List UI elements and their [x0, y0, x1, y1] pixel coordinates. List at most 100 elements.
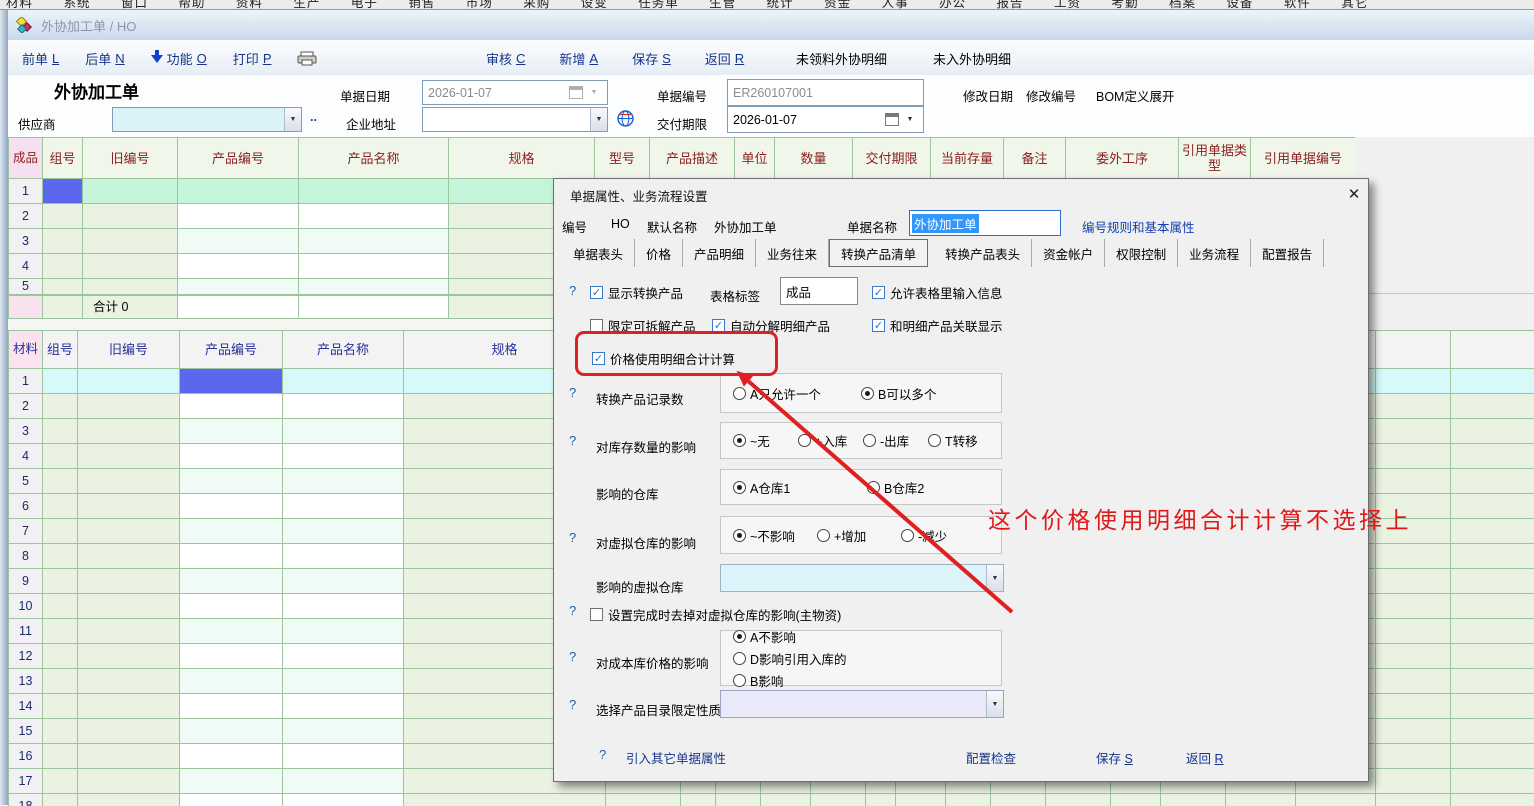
catalog-combo[interactable] [720, 690, 1004, 718]
grid-cell[interactable] [866, 794, 896, 806]
grid-cell[interactable] [283, 544, 404, 569]
deliver-date-field[interactable]: 2026-01-07 [727, 106, 924, 133]
toolbar-button[interactable]: 后单N [85, 49, 124, 68]
grid-cell[interactable] [991, 794, 1046, 806]
row-number-cell[interactable]: 5 [9, 279, 43, 295]
grid-cell[interactable] [1451, 469, 1534, 494]
grid-cell[interactable] [1376, 769, 1451, 794]
row-number-cell[interactable]: 2 [9, 394, 43, 419]
grid-cell[interactable] [1451, 494, 1534, 519]
radio-option[interactable]: ~无 [733, 431, 798, 450]
grid-cell[interactable] [1451, 719, 1534, 744]
radio-option[interactable]: -减少 [901, 526, 985, 545]
grid-cell[interactable] [1451, 619, 1534, 644]
grid-cell[interactable] [1376, 444, 1451, 469]
row-number-cell[interactable]: 7 [9, 519, 43, 544]
chevron-down-icon[interactable] [590, 108, 607, 131]
grid-cell[interactable] [43, 229, 83, 254]
checkbox-clear-virtual[interactable]: 设置完成时去掉对虚拟仓库的影响(主物资) [590, 605, 841, 624]
toolbar-button[interactable]: 审核C [486, 49, 525, 68]
grid-cell[interactable] [43, 719, 78, 744]
tab-转换产品表头[interactable]: 转换产品表头 [934, 239, 1032, 267]
radio-option[interactable]: B可以多个 [861, 384, 989, 403]
chevron-down-icon[interactable] [986, 691, 1003, 717]
grid-cell[interactable] [78, 794, 180, 806]
grid-cell[interactable] [43, 254, 83, 279]
row-number-cell[interactable]: 8 [9, 544, 43, 569]
grid-cell[interactable] [180, 669, 283, 694]
grid-cell[interactable] [83, 179, 178, 204]
grid-cell[interactable] [716, 794, 761, 806]
grid-cell[interactable] [761, 794, 811, 806]
grid-cell[interactable] [1376, 594, 1451, 619]
close-icon[interactable]: ✕ [1344, 185, 1364, 203]
grid-cell[interactable] [43, 444, 78, 469]
grid-cell[interactable] [1451, 544, 1534, 569]
grid-cell[interactable] [1451, 644, 1534, 669]
tab-业务往来[interactable]: 业务往来 [756, 239, 829, 267]
grid-cell[interactable] [43, 419, 78, 444]
status-label[interactable]: 未入外协明细 [933, 49, 1011, 68]
grid-cell[interactable] [283, 394, 404, 419]
row-number-cell[interactable]: 14 [9, 694, 43, 719]
grid-cell[interactable] [1376, 569, 1451, 594]
save-button[interactable]: 保存 S [1096, 748, 1133, 767]
row-number-cell[interactable]: 3 [9, 229, 43, 254]
row-number-cell[interactable]: 9 [9, 569, 43, 594]
grid-cell[interactable] [83, 279, 178, 295]
config-check-link[interactable]: 配置检查 [966, 748, 1016, 767]
row-number-cell[interactable]: 1 [9, 369, 43, 394]
grid-cell[interactable] [283, 569, 404, 594]
toolbar-button[interactable]: 新增A [559, 49, 598, 68]
grid-cell[interactable] [606, 794, 681, 806]
grid-cell[interactable] [1376, 794, 1451, 806]
grid-cell[interactable] [180, 794, 283, 806]
radio-option[interactable]: +入库 [798, 431, 863, 450]
grid-cell[interactable] [78, 569, 180, 594]
grid-cell[interactable] [78, 719, 180, 744]
grid-cell[interactable] [83, 229, 178, 254]
grid-cell[interactable] [283, 519, 404, 544]
toolbar-button[interactable]: 保存S [632, 49, 671, 68]
grid-cell[interactable] [180, 419, 283, 444]
row-number-cell[interactable]: 13 [9, 669, 43, 694]
grid-cell[interactable] [180, 394, 283, 419]
bom-expand-link[interactable]: BOM定义展开 [1096, 86, 1174, 105]
radio-option[interactable]: +增加 [817, 526, 901, 545]
help-mark[interactable]: ? [569, 283, 576, 298]
grid-cell[interactable] [896, 794, 946, 806]
grid-cell[interactable] [78, 394, 180, 419]
grid-cell[interactable] [180, 594, 283, 619]
grid-cell[interactable] [1376, 544, 1451, 569]
grid-cell[interactable] [1376, 744, 1451, 769]
grid-label-input[interactable]: 成品 [780, 277, 858, 305]
grid-cell[interactable] [1451, 394, 1534, 419]
grid-cell[interactable] [180, 619, 283, 644]
grid-cell[interactable] [78, 519, 180, 544]
status-label[interactable]: 未领料外协明细 [796, 49, 887, 68]
row-number-cell[interactable]: 11 [9, 619, 43, 644]
grid-cell[interactable] [43, 544, 78, 569]
help-mark[interactable]: ? [569, 649, 576, 664]
row-number-cell[interactable]: 15 [9, 719, 43, 744]
grid-cell[interactable] [43, 694, 78, 719]
grid-cell[interactable] [1451, 769, 1534, 794]
grid-cell[interactable] [178, 254, 299, 279]
row-number-cell[interactable]: 4 [9, 254, 43, 279]
grid-cell[interactable] [283, 619, 404, 644]
grid-cell[interactable] [43, 594, 78, 619]
grid-cell[interactable] [78, 619, 180, 644]
grid-cell[interactable] [1161, 794, 1226, 806]
grid-cell[interactable] [178, 179, 299, 204]
mod-no-link[interactable]: 修改编号 [1026, 86, 1076, 105]
grid-cell[interactable] [1451, 519, 1534, 544]
chevron-down-icon[interactable] [586, 81, 602, 104]
help-mark[interactable]: ? [569, 697, 576, 712]
grid-cell[interactable] [180, 644, 283, 669]
tab-转换产品清单[interactable]: 转换产品清单 [829, 239, 928, 267]
grid-cell[interactable] [1376, 719, 1451, 744]
grid-cell[interactable] [283, 769, 404, 794]
row-number-cell[interactable]: 2 [9, 204, 43, 229]
grid-cell[interactable] [1451, 419, 1534, 444]
grid-cell[interactable] [43, 519, 78, 544]
